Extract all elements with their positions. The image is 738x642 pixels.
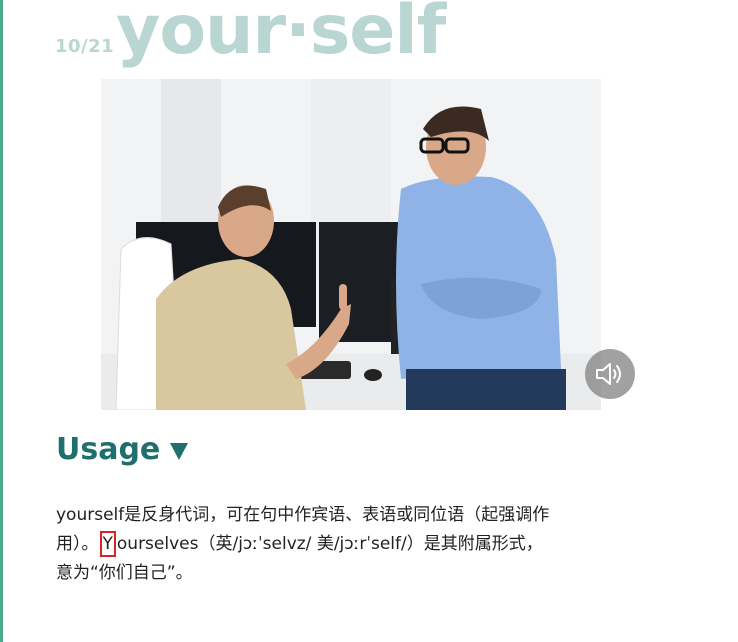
usage-line-2-end: ourselves（英/jɔːˈselvz/ 美/jɔːrˈself/）是其附属… (116, 534, 543, 554)
usage-description: yourself是反身代词，可在句中作宾语、表语或同位语（起强调作 用）。 You… (56, 501, 656, 588)
speaker-icon (596, 363, 621, 385)
left-accent-rule (0, 0, 3, 642)
usage-line-2-start: 用）。 (56, 534, 99, 554)
audio-play-button[interactable] (585, 349, 635, 399)
usage-section-toggle[interactable]: Usage (56, 432, 189, 467)
usage-line-1: yourself是反身代词，可在句中作宾语、表语或同位语（起强调作 (56, 505, 550, 525)
usage-line-3: 意为“你们自己”。 (56, 563, 193, 583)
usage-line-2: 用）。 Yourselves（英/jɔːˈselvz/ 美/jɔːrˈself/）… (56, 530, 656, 559)
highlighted-letter: Y (99, 531, 116, 557)
vocabulary-word: your·self (116, 0, 446, 70)
illustration-photo (101, 79, 601, 410)
photo-scene (101, 79, 601, 410)
page-counter: 10/21 (55, 36, 115, 57)
triangle-down-icon (170, 443, 189, 460)
usage-title: Usage (56, 432, 161, 467)
